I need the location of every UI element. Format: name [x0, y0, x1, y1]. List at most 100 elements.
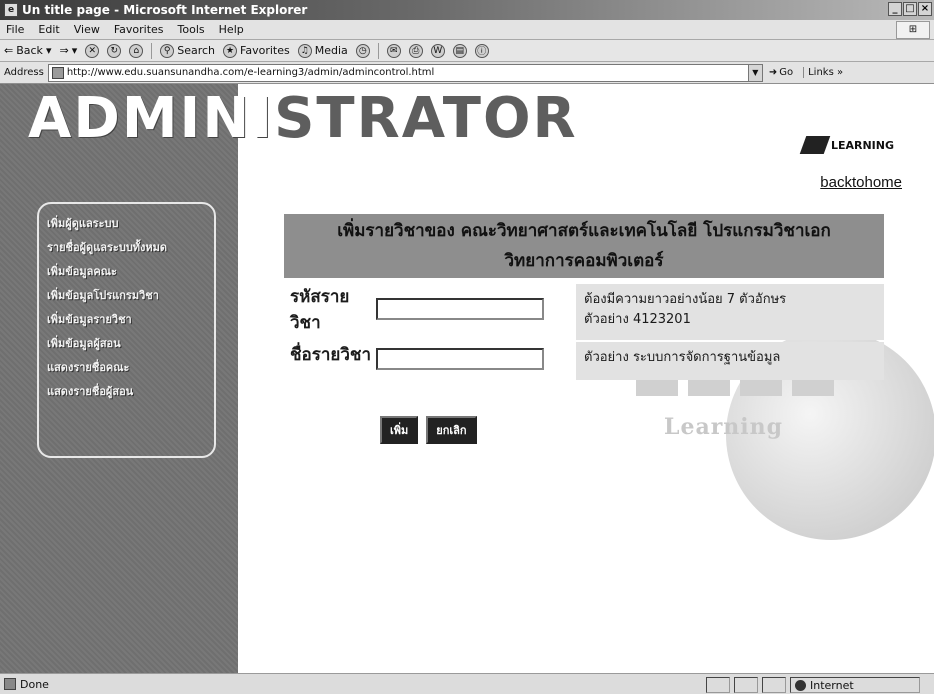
media-label: Media [314, 44, 348, 57]
status-bar: Done Internet [0, 673, 934, 694]
security-zone: Internet [790, 677, 920, 693]
security-zone-label: Internet [810, 678, 854, 692]
media-button[interactable]: ♫ Media [297, 43, 348, 58]
window-title: Un title page - Microsoft Internet Explo… [22, 3, 308, 17]
menu-item-add-program[interactable]: เพิ่มข้อมูลโปรแกรมวิชา [47, 284, 214, 308]
dropdown-arrow-icon: ▾ [45, 44, 52, 57]
address-url[interactable]: http://www.edu.suansunandha.com/e-learni… [67, 67, 745, 78]
menu-item-add-faculty[interactable]: เพิ่มข้อมูลคณะ [47, 260, 214, 284]
minimize-button[interactable]: _ [888, 2, 902, 16]
search-label: Search [177, 44, 216, 57]
favorites-label: Favorites [240, 44, 290, 57]
edit-word-icon[interactable]: W [430, 43, 445, 58]
back-to-home-link[interactable]: backtohome [820, 174, 902, 191]
course-name-hint: ตัวอย่าง ระบบการจัดการฐานข้อมูล [576, 342, 884, 380]
address-bar: Address http://www.edu.suansunandha.com/… [0, 62, 934, 84]
menu-file[interactable]: File [6, 23, 24, 36]
page-icon [51, 66, 64, 79]
page-done-icon [4, 678, 16, 690]
address-label: Address [4, 67, 44, 78]
course-name-input-cell [376, 342, 576, 380]
form-header-line1: เพิ่มรายวิชาของ คณะวิทยาศาสตร์และเทคโนโล… [337, 221, 831, 241]
form-buttons: เพิ่ม ยกเลิก [380, 416, 477, 444]
add-button[interactable]: เพิ่ม [380, 416, 419, 444]
menu-tools[interactable]: Tools [178, 23, 205, 36]
course-name-input[interactable] [376, 348, 544, 370]
menu-view[interactable]: View [74, 23, 100, 36]
ie-app-icon: e [4, 3, 18, 17]
stop-icon[interactable]: ✕ [85, 43, 100, 58]
status-text: Done [20, 677, 49, 691]
window-title-bar: e Un title page - Microsoft Internet Exp… [0, 0, 934, 20]
menu-item-add-course[interactable]: เพิ่มข้อมูลรายวิชา [47, 308, 214, 332]
back-button[interactable]: ⇐ Back ▾ [4, 44, 51, 57]
course-code-label-line1: รหัสราย [290, 287, 350, 307]
maximize-button[interactable]: □ [903, 2, 917, 16]
page-title: ADMINISTRATOR [28, 88, 578, 150]
course-code-hint: ต้องมีความยาวอย่างน้อย 7 ตัวอักษร ตัวอย่… [576, 284, 884, 340]
forward-arrow-icon: ⇒ [59, 44, 69, 57]
course-code-input[interactable] [376, 298, 544, 320]
mail-icon[interactable]: ✉ [386, 43, 401, 58]
dropdown-arrow-icon: ▾ [71, 44, 78, 57]
toolbar-separator [151, 42, 153, 59]
menu-bar: File Edit View Favorites Tools Help ⊞ [0, 20, 934, 40]
go-label: Go [779, 67, 794, 78]
course-name-row: ชื่อรายวิชา ตัวอย่าง ระบบการจัดการฐานข้อ… [284, 342, 884, 380]
course-code-hint-line1: ต้องมีความยาวอย่างน้อย 7 ตัวอักษร [584, 292, 787, 307]
discuss-icon[interactable]: ▤ [452, 43, 467, 58]
admin-menu: เพิ่มผู้ดูแลระบบ รายชื่อผู้ดูแลระบบทั้งห… [37, 202, 216, 458]
menu-item-add-admin[interactable]: เพิ่มผู้ดูแลระบบ [47, 212, 214, 236]
refresh-icon[interactable]: ↻ [107, 43, 122, 58]
home-icon[interactable]: ⌂ [129, 43, 144, 58]
history-icon[interactable]: ◷ [355, 43, 370, 58]
favorites-icon: ★ [223, 43, 238, 58]
form-header-line2: วิทยาการคอมพิวเตอร์ [504, 251, 664, 271]
status-pane [706, 677, 730, 693]
course-code-label-line2: วิชา [290, 313, 321, 333]
menu-help[interactable]: Help [219, 23, 244, 36]
status-pane [762, 677, 786, 693]
menu-item-instructor-list[interactable]: แสดงรายชื่อผู้สอน [47, 380, 214, 404]
media-icon: ♫ [297, 43, 312, 58]
form-header: เพิ่มรายวิชาของ คณะวิทยาศาสตร์และเทคโนโล… [284, 214, 884, 278]
go-button[interactable]: ➜ Go [769, 67, 793, 78]
course-name-label: ชื่อรายวิชา [290, 345, 372, 365]
links-button[interactable]: Links » [803, 67, 843, 78]
messenger-icon[interactable]: ⓘ [474, 43, 489, 58]
window-controls: _ □ × [888, 2, 932, 16]
e-learning-logo-text: LEARNING [830, 138, 894, 152]
cancel-button[interactable]: ยกเลิก [426, 416, 477, 444]
course-code-label: รหัสราย วิชา [284, 284, 376, 340]
search-icon: ⚲ [160, 43, 175, 58]
watermark-learning-text: Learning [664, 414, 784, 440]
forward-button[interactable]: ⇒ ▾ [59, 44, 77, 57]
address-dropdown-icon[interactable]: ▼ [747, 64, 762, 81]
status-pane [734, 677, 758, 693]
page-title-left: ADMINI [28, 86, 275, 151]
print-icon[interactable]: ⎙ [408, 43, 423, 58]
course-code-row: รหัสราย วิชา ต้องมีความยาวอย่างน้อย 7 ตั… [284, 284, 884, 340]
toolbar-separator [377, 42, 379, 59]
menu-item-admin-list[interactable]: รายชื่อผู้ดูแลระบบทั้งหมด [47, 236, 214, 260]
menu-item-faculty-list[interactable]: แสดงรายชื่อคณะ [47, 356, 214, 380]
page-viewport: ADMINISTRATOR LEARNING backtohome เพิ่มผ… [0, 84, 934, 673]
address-input[interactable]: http://www.edu.suansunandha.com/e-learni… [47, 63, 763, 82]
search-button[interactable]: ⚲ Search [160, 43, 216, 58]
favorites-button[interactable]: ★ Favorites [223, 43, 290, 58]
e-learning-logo: LEARNING [799, 136, 894, 154]
windows-logo-icon: ⊞ [896, 21, 930, 39]
course-code-hint-line2: ตัวอย่าง 4123201 [584, 312, 691, 327]
menu-edit[interactable]: Edit [38, 23, 59, 36]
e-learning-logo-icon [799, 136, 831, 154]
page-title-right: STRATOR [274, 86, 578, 151]
menu-item-add-instructor[interactable]: เพิ่มข้อมูลผู้สอน [47, 332, 214, 356]
back-arrow-icon: ⇐ [4, 44, 14, 57]
course-code-input-cell [376, 284, 576, 340]
back-label: Back [16, 44, 43, 57]
internet-globe-icon [795, 679, 806, 691]
menu-favorites[interactable]: Favorites [114, 23, 164, 36]
go-arrow-icon: ➜ [768, 67, 778, 78]
close-button[interactable]: × [918, 2, 932, 16]
standard-toolbar: ⇐ Back ▾ ⇒ ▾ ✕ ↻ ⌂ ⚲ Search ★ Favorites … [0, 40, 934, 62]
